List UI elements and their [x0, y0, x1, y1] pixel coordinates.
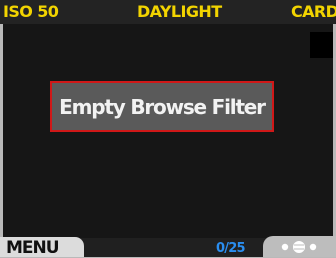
image-counter: 0/25 [216, 241, 245, 256]
camera-screen: ISO 50 DAYLIGHT CARD Empty Browse Filter… [0, 0, 336, 257]
white-balance-indicator: DAYLIGHT [137, 2, 222, 21]
navigation-dial-icon [281, 241, 317, 253]
menu-label: MENU [6, 238, 60, 258]
storage-indicator: CARD [291, 2, 336, 21]
status-bar: ISO 50 DAYLIGHT CARD [0, 0, 336, 24]
iso-indicator: ISO 50 [3, 2, 59, 21]
menu-button[interactable]: MENU [0, 237, 84, 257]
navigation-dial[interactable] [263, 236, 336, 257]
message-text: Empty Browse Filter [59, 94, 266, 119]
empty-filter-message: Empty Browse Filter [50, 81, 274, 132]
corner-block [310, 32, 333, 58]
